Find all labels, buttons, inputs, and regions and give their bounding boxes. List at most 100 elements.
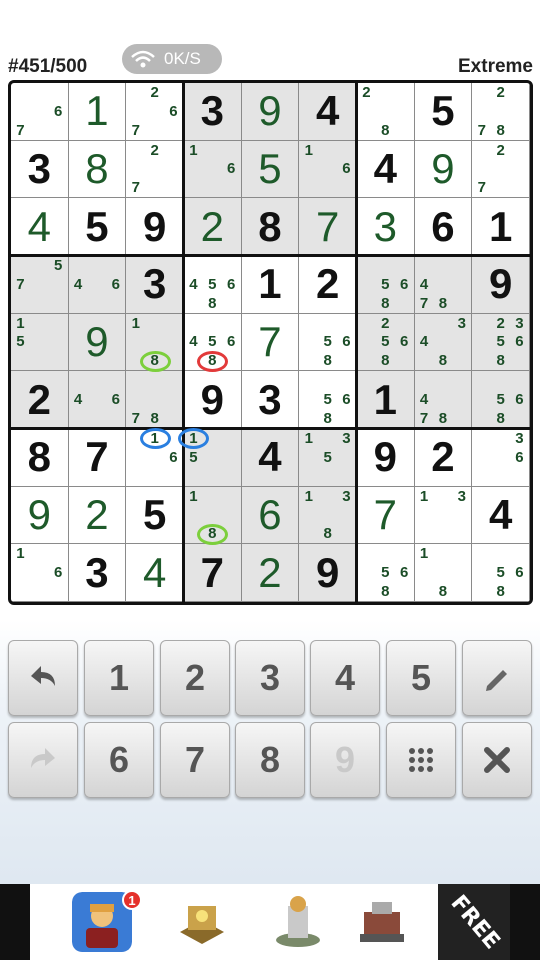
sudoku-cell-r4c3[interactable]: 3 <box>126 256 184 314</box>
sudoku-cell-r1c6[interactable]: 4 <box>299 83 357 141</box>
sudoku-cell-r8c8[interactable]: 13 <box>414 486 473 545</box>
sudoku-cell-r8c3[interactable]: 5 <box>126 486 184 545</box>
sudoku-cell-r1c4[interactable]: 3 <box>184 83 242 141</box>
digit-1-button[interactable]: 1 <box>84 640 154 716</box>
sudoku-cell-r7c1[interactable]: 8 <box>11 429 69 487</box>
sudoku-cell-r4c6[interactable]: 2 <box>299 256 357 314</box>
redo-button[interactable] <box>8 722 78 798</box>
sudoku-cell-r8c1[interactable]: 9 <box>11 486 69 545</box>
sudoku-cell-r7c8[interactable]: 2 <box>414 429 473 487</box>
sudoku-cell-r3c3[interactable]: 9 <box>126 198 184 256</box>
sudoku-cell-r2c2[interactable]: 8 <box>68 140 127 199</box>
sudoku-cell-r5c5[interactable]: 7 <box>241 313 300 372</box>
sudoku-cell-r6c6[interactable]: 568 <box>299 371 357 429</box>
ad-app-tower-icon[interactable] <box>268 892 328 952</box>
sudoku-cell-r5c1[interactable]: 15 <box>11 313 69 372</box>
sudoku-cell-r6c9[interactable]: 568 <box>472 371 530 429</box>
undo-button[interactable] <box>8 640 78 716</box>
sudoku-cell-r4c2[interactable]: 46 <box>68 256 127 314</box>
ad-app-robot-icon[interactable] <box>352 892 412 952</box>
sudoku-cell-r5c6[interactable]: 568 <box>299 313 357 372</box>
sudoku-cell-r3c7[interactable]: 3 <box>357 198 415 256</box>
sudoku-cell-r7c4[interactable]: 15 <box>184 429 242 487</box>
digit-4-button[interactable]: 4 <box>310 640 380 716</box>
sudoku-cell-r9c1[interactable]: 16 <box>11 544 69 602</box>
sudoku-cell-r7c9[interactable]: 36 <box>472 429 530 487</box>
sudoku-cell-r9c3[interactable]: 4 <box>126 544 184 602</box>
sudoku-cell-r6c7[interactable]: 1 <box>357 371 415 429</box>
sudoku-cell-r3c1[interactable]: 4 <box>11 198 69 256</box>
digit-7-button[interactable]: 7 <box>160 722 230 798</box>
sudoku-cell-r9c4[interactable]: 7 <box>184 544 242 602</box>
digit-9-button[interactable]: 9 <box>310 722 380 798</box>
sudoku-cell-r8c6[interactable]: 1 3 8 <box>299 486 357 545</box>
sudoku-cell-r6c8[interactable]: 478 <box>414 371 473 429</box>
digit-6-button[interactable]: 6 <box>84 722 154 798</box>
sudoku-cell-r9c8[interactable]: 18 <box>414 544 473 602</box>
sudoku-cell-r9c2[interactable]: 3 <box>68 544 127 602</box>
ad-banner-content[interactable]: 1 FREE <box>30 884 510 960</box>
sudoku-cell-r8c9[interactable]: 4 <box>472 486 530 545</box>
sudoku-cell-r3c8[interactable]: 6 <box>414 198 473 256</box>
sudoku-cell-r6c5[interactable]: 3 <box>241 371 300 429</box>
sudoku-cell-r8c4[interactable]: 18 <box>184 486 242 545</box>
sudoku-cell-r1c3[interactable]: 26 7 <box>126 83 184 141</box>
sudoku-cell-r6c4[interactable]: 9 <box>184 371 242 429</box>
sudoku-cell-r4c9[interactable]: 9 <box>472 256 530 314</box>
sudoku-cell-r8c5[interactable]: 6 <box>241 486 300 545</box>
sudoku-cell-r4c1[interactable]: 57 <box>11 256 69 314</box>
sudoku-cell-r2c4[interactable]: 16 <box>184 140 242 199</box>
sudoku-cell-r1c5[interactable]: 9 <box>241 83 300 141</box>
sudoku-cell-r2c8[interactable]: 9 <box>414 140 473 199</box>
sudoku-cell-r3c2[interactable]: 5 <box>68 198 127 256</box>
sudoku-cell-r3c5[interactable]: 8 <box>241 198 300 256</box>
digit-3-button[interactable]: 3 <box>235 640 305 716</box>
digit-2-button[interactable]: 2 <box>160 640 230 716</box>
sudoku-cell-r5c9[interactable]: 23568 <box>472 313 530 372</box>
sudoku-cell-r4c8[interactable]: 478 <box>414 256 473 314</box>
sudoku-cell-r5c7[interactable]: 2568 <box>357 313 415 372</box>
sudoku-cell-r2c6[interactable]: 16 <box>299 140 357 199</box>
sudoku-cell-r9c5[interactable]: 2 <box>241 544 300 602</box>
grid-dots-button[interactable] <box>386 722 456 798</box>
sudoku-cell-r1c8[interactable]: 5 <box>414 83 473 141</box>
ad-banner[interactable]: 1 FREE <box>0 884 540 960</box>
sudoku-cell-r7c6[interactable]: 1 35 <box>299 429 357 487</box>
sudoku-cell-r9c9[interactable]: 568 <box>472 544 530 602</box>
sudoku-cell-r6c1[interactable]: 2 <box>11 371 69 429</box>
sudoku-cell-r1c7[interactable]: 28 <box>357 83 415 141</box>
sudoku-cell-r3c6[interactable]: 7 <box>299 198 357 256</box>
sudoku-cell-r7c5[interactable]: 4 <box>241 429 300 487</box>
sudoku-cell-r2c5[interactable]: 5 <box>241 140 300 199</box>
sudoku-cell-r5c3[interactable]: 18 <box>126 313 184 372</box>
sudoku-cell-r1c1[interactable]: 67 <box>11 83 69 141</box>
sudoku-cell-r5c4[interactable]: 4568 <box>184 313 242 372</box>
digit-5-button[interactable]: 5 <box>386 640 456 716</box>
sudoku-cell-r1c9[interactable]: 2 78 <box>472 83 530 141</box>
sudoku-cell-r5c8[interactable]: 3 48 <box>414 313 473 372</box>
sudoku-cell-r7c3[interactable]: 16 <box>126 429 184 487</box>
close-button[interactable] <box>462 722 532 798</box>
sudoku-cell-r2c1[interactable]: 3 <box>11 140 69 199</box>
sudoku-cell-r2c9[interactable]: 27 <box>472 140 530 199</box>
sudoku-cell-r7c2[interactable]: 7 <box>68 429 127 487</box>
pencil-button[interactable] <box>462 640 532 716</box>
sudoku-cell-r8c7[interactable]: 7 <box>357 486 415 545</box>
sudoku-cell-r6c2[interactable]: 46 <box>68 371 127 429</box>
sudoku-cell-r2c7[interactable]: 4 <box>357 140 415 199</box>
digit-8-button[interactable]: 8 <box>235 722 305 798</box>
sudoku-cell-r5c2[interactable]: 9 <box>68 313 127 372</box>
sudoku-cell-r9c6[interactable]: 9 <box>299 544 357 602</box>
sudoku-cell-r2c3[interactable]: 27 <box>126 140 184 199</box>
sudoku-cell-r1c2[interactable]: 1 <box>68 83 127 141</box>
sudoku-cell-r7c7[interactable]: 9 <box>357 429 415 487</box>
sudoku-cell-r4c5[interactable]: 1 <box>241 256 300 314</box>
sudoku-cell-r6c3[interactable]: 78 <box>126 371 184 429</box>
sudoku-cell-r9c7[interactable]: 568 <box>357 544 415 602</box>
sudoku-cell-r8c2[interactable]: 2 <box>68 486 127 545</box>
sudoku-cell-r3c9[interactable]: 1 <box>472 198 530 256</box>
sudoku-cell-r3c4[interactable]: 2 <box>184 198 242 256</box>
sudoku-cell-r4c7[interactable]: 568 <box>357 256 415 314</box>
free-tag[interactable]: FREE <box>438 884 510 960</box>
ad-app-treasure-icon[interactable] <box>172 892 232 952</box>
